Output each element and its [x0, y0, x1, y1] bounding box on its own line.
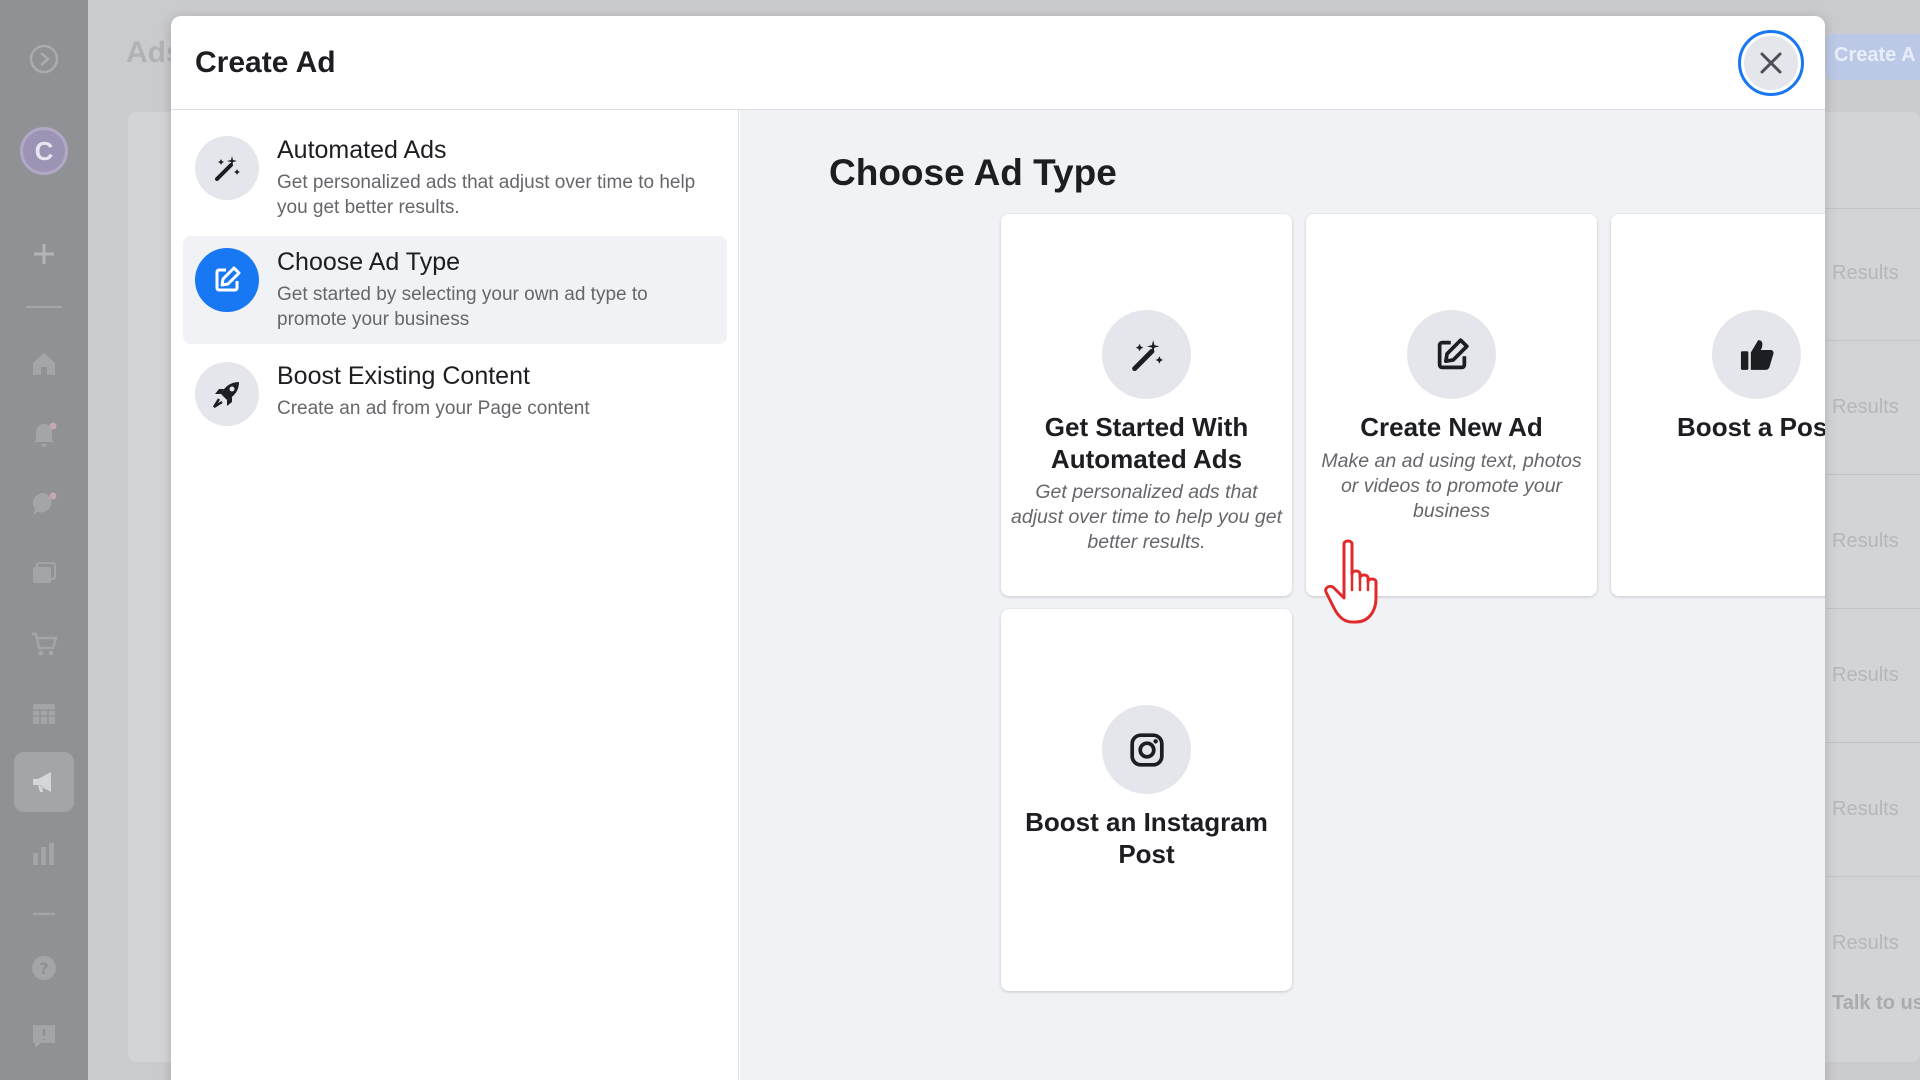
background-row-divider — [1826, 608, 1920, 609]
sidebar-divider — [26, 306, 62, 308]
rocket-icon — [195, 362, 259, 426]
card-description: Get personalized ads that adjust over ti… — [1011, 481, 1282, 553]
background-row-divider — [1826, 742, 1920, 743]
background-row-divider — [1826, 340, 1920, 341]
app-sidebar: C ? — [0, 0, 88, 1080]
create-ad-modal: Create Ad Automated Ads Get personalized… — [171, 16, 1825, 1080]
card-title: Get Started With Automated Ads — [1044, 412, 1249, 474]
background-row-divider — [1826, 876, 1920, 877]
background-results-label: Results — [1832, 530, 1899, 552]
home-icon[interactable] — [22, 342, 66, 386]
cart-icon[interactable] — [22, 622, 66, 666]
background-results-label: Results — [1832, 932, 1899, 954]
nav-item-title: Boost Existing Content — [277, 362, 530, 390]
nav-item-automated-ads[interactable]: Automated Ads Get personalized ads that … — [183, 124, 727, 232]
menu-icon[interactable] — [22, 892, 66, 936]
svg-text:?: ? — [39, 959, 48, 978]
background-results-label: Results — [1832, 262, 1899, 284]
megaphone-icon[interactable] — [14, 752, 74, 812]
chat-icon[interactable] — [22, 482, 66, 526]
pointer-hand-icon — [1324, 539, 1378, 624]
modal-title: Create Ad — [195, 46, 336, 79]
calendar-grid-icon[interactable] — [22, 692, 66, 736]
close-icon — [1760, 52, 1782, 74]
card-title: Boost a Post — [1677, 412, 1825, 442]
bar-chart-icon[interactable] — [22, 832, 66, 876]
report-icon[interactable] — [22, 1014, 66, 1058]
card-automated-ads[interactable]: Get Started With Automated Ads Get perso… — [1001, 214, 1292, 596]
card-title: Create New Ad — [1360, 412, 1543, 442]
background-results-label: Results — [1832, 664, 1899, 686]
background-results-label: Results — [1832, 396, 1899, 418]
edit-icon — [1407, 310, 1496, 399]
close-button[interactable] — [1738, 30, 1804, 96]
card-boost-instagram-post[interactable]: Boost an Instagram Post — [1001, 609, 1292, 991]
plus-icon[interactable] — [22, 232, 66, 276]
background-create-button[interactable]: Create A — [1826, 34, 1920, 80]
nav-item-title: Automated Ads — [277, 136, 447, 164]
card-description: Make an ad using text, photos or videos … — [1321, 450, 1582, 522]
section-title: Choose Ad Type — [829, 152, 1117, 193]
nav-item-description: Get personalized ads that adjust over ti… — [277, 172, 696, 218]
thumbs-up-icon — [1712, 310, 1801, 399]
background-results-label: Results — [1832, 798, 1899, 820]
nav-item-description: Get started by selecting your own ad typ… — [277, 284, 648, 330]
nav-item-description: Create an ad from your Page content — [277, 398, 590, 419]
instagram-icon — [1102, 705, 1191, 794]
card-title: Boost an Instagram Post — [1025, 807, 1268, 869]
avatar[interactable]: C — [20, 127, 68, 175]
help-icon[interactable]: ? — [22, 946, 66, 990]
background-row-divider — [1826, 474, 1920, 475]
bell-icon[interactable] — [22, 412, 66, 456]
edit-icon — [195, 248, 259, 312]
ad-type-content: Choose Ad Type Get Started With Automate… — [740, 110, 1825, 1080]
pages-icon[interactable] — [22, 552, 66, 596]
background-row-divider — [1826, 208, 1920, 209]
nav-item-title: Choose Ad Type — [277, 248, 461, 276]
magic-wand-icon — [1102, 310, 1191, 399]
ad-options-nav: Automated Ads Get personalized ads that … — [171, 110, 739, 1080]
magic-wand-icon — [195, 136, 259, 200]
nav-item-boost-existing-content[interactable]: Boost Existing Content Create an ad from… — [183, 350, 727, 433]
modal-header: Create Ad — [171, 16, 1825, 110]
background-talk-link[interactable]: Talk to us — [1832, 992, 1920, 1015]
nav-item-choose-ad-type[interactable]: Choose Ad Type Get started by selecting … — [183, 236, 727, 344]
meta-logo-icon[interactable] — [22, 37, 66, 81]
card-boost-a-post[interactable]: Boost a Post — [1611, 214, 1825, 596]
